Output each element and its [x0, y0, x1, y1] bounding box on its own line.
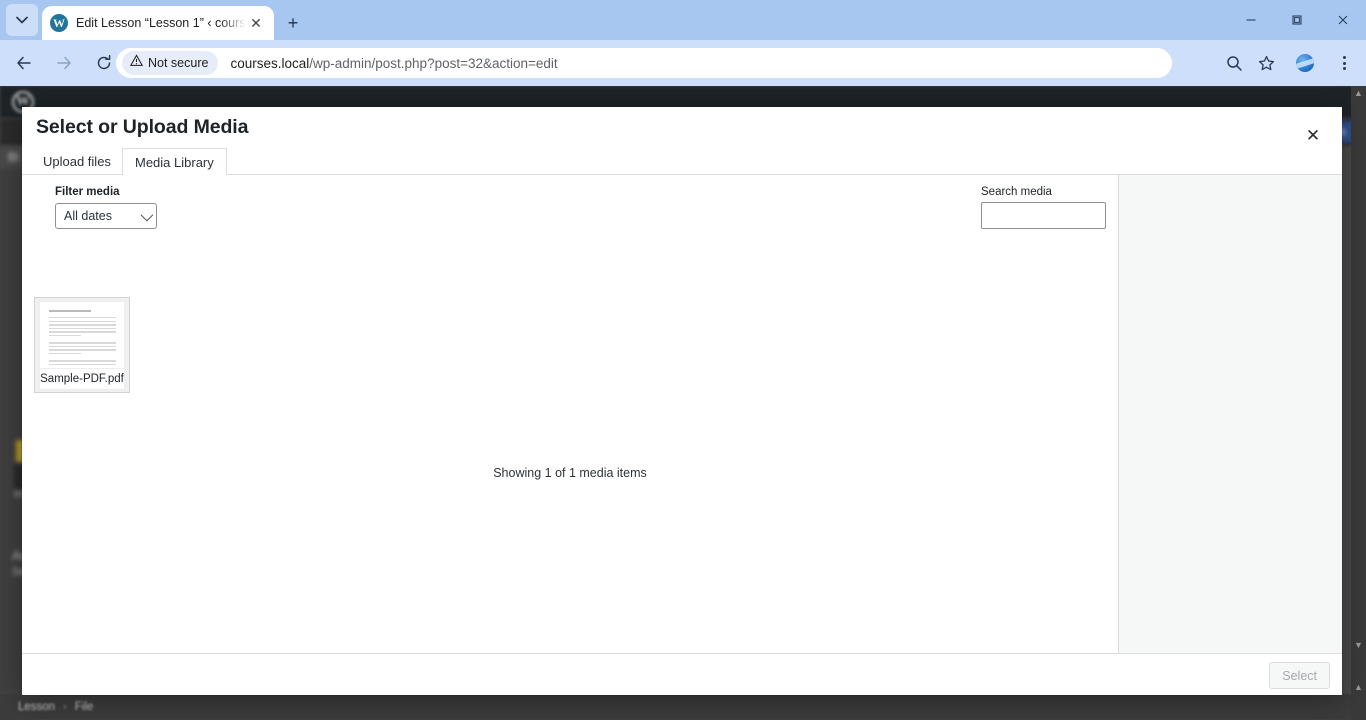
scroll-down-icon[interactable]: ▼: [1353, 640, 1364, 651]
date-filter-select[interactable]: All dates: [55, 203, 157, 229]
minimize-icon[interactable]: [1228, 0, 1274, 40]
document-preview-icon: [40, 302, 124, 370]
back-arrow-icon[interactable]: [8, 47, 40, 79]
url-text: courses.local/wp-admin/post.php?post=32&…: [230, 56, 557, 71]
url-path: /wp-admin/post.php?post=32&action=edit: [309, 55, 558, 71]
breadcrumb: Lesson › File: [0, 694, 1366, 720]
scroll-up-icon[interactable]: ▲: [1353, 88, 1364, 99]
search-input[interactable]: [981, 202, 1106, 229]
tab-upload-files[interactable]: Upload files: [30, 148, 124, 175]
media-modal-footer: Select: [22, 653, 1342, 695]
kebab-menu-icon[interactable]: [1328, 48, 1360, 78]
media-library-browser: Filter media All dates Search media Samp…: [22, 175, 1118, 653]
security-label: Not secure: [148, 56, 209, 70]
chevron-down-icon: [16, 16, 28, 24]
close-window-icon[interactable]: [1320, 0, 1366, 40]
close-icon[interactable]: ✕: [246, 13, 266, 33]
page-scrollbar[interactable]: ▲ ▼ ▲: [1351, 86, 1366, 720]
search-media-label: Search media: [981, 186, 1052, 198]
address-bar[interactable]: Not secure courses.local/wp-admin/post.p…: [116, 48, 1172, 78]
tab-media-library[interactable]: Media Library: [122, 148, 227, 176]
site-security-chip[interactable]: Not secure: [122, 51, 219, 75]
screen: W Edit Lesson “Lesson 1” ‹ courses ✕ + N…: [0, 0, 1366, 720]
toolbar-actions: [1218, 48, 1360, 78]
date-filter-value: All dates: [64, 209, 112, 223]
forward-arrow-icon: [48, 47, 80, 79]
select-button[interactable]: Select: [1269, 662, 1330, 689]
browser-tab-title: Edit Lesson “Lesson 1” ‹ courses: [76, 16, 246, 30]
chevron-down-icon: [140, 208, 154, 221]
browser-tab-strip: W Edit Lesson “Lesson 1” ‹ courses ✕ +: [0, 0, 1366, 40]
breadcrumb-item-file[interactable]: File: [75, 701, 94, 713]
block-panel-label: Bl: [8, 150, 19, 164]
attachment-details-sidebar: [1118, 175, 1342, 653]
media-modal-tabs: Upload files Media Library: [22, 148, 1342, 176]
restore-window-icon[interactable]: [1274, 0, 1320, 40]
search-icon[interactable]: [1218, 48, 1250, 78]
window-controls: [1228, 0, 1366, 40]
star-icon[interactable]: [1250, 48, 1282, 78]
modal-title: Select or Upload Media: [36, 116, 249, 138]
wordpress-icon: W: [50, 14, 68, 32]
scroll-down-icon-2[interactable]: ▲: [1353, 682, 1364, 693]
media-modal: Select or Upload Media ✕ Upload files Me…: [22, 107, 1342, 695]
attachment-grid: Sample-PDF.pdf: [34, 297, 1106, 393]
url-host: courses.local: [230, 55, 310, 71]
list-item[interactable]: Sample-PDF.pdf: [34, 297, 130, 393]
globe-extension-icon[interactable]: [1282, 48, 1328, 78]
list-item-label: Sample-PDF.pdf: [40, 369, 124, 389]
warning-triangle-icon: [129, 54, 144, 72]
results-count-text: Showing 1 of 1 media items: [493, 466, 647, 480]
breadcrumb-separator: ›: [63, 701, 67, 713]
plus-icon[interactable]: +: [280, 10, 306, 36]
filter-media-label: Filter media: [55, 186, 120, 198]
browser-tab[interactable]: W Edit Lesson “Lesson 1” ‹ courses ✕: [42, 6, 274, 40]
breadcrumb-item-lesson[interactable]: Lesson: [18, 701, 55, 713]
tab-search-button[interactable]: [6, 4, 38, 36]
